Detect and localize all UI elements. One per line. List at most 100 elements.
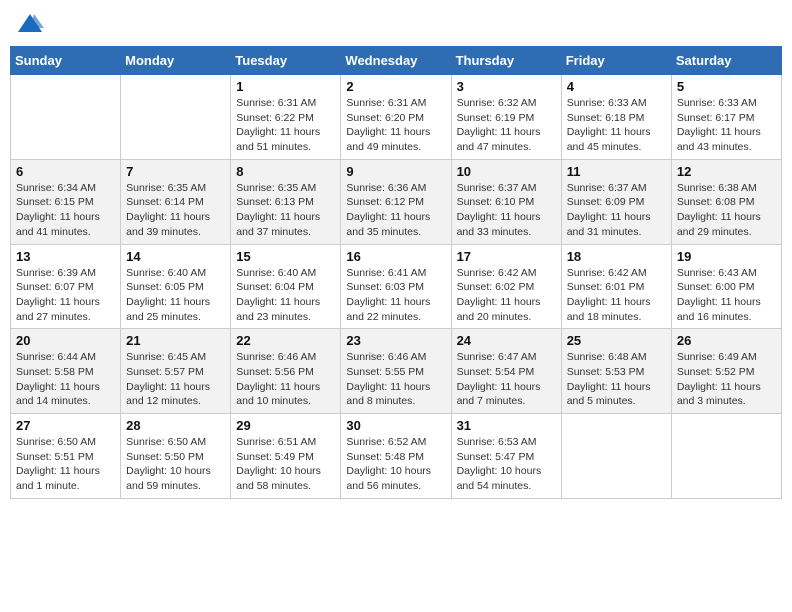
calendar-day-cell: 24 Sunrise: 6:47 AMSunset: 5:54 PMDayligh… bbox=[451, 329, 561, 414]
weekday-header-cell: Saturday bbox=[671, 47, 781, 75]
calendar-day-cell: 10 Sunrise: 6:37 AMSunset: 6:10 PMDayligh… bbox=[451, 159, 561, 244]
calendar-week-row: 20 Sunrise: 6:44 AMSunset: 5:58 PMDayligh… bbox=[11, 329, 782, 414]
calendar-day-cell: 25 Sunrise: 6:48 AMSunset: 5:53 PMDayligh… bbox=[561, 329, 671, 414]
day-info: Sunrise: 6:50 AMSunset: 5:50 PMDaylight:… bbox=[126, 435, 225, 494]
calendar-table: SundayMondayTuesdayWednesdayThursdayFrid… bbox=[10, 46, 782, 499]
calendar-day-cell: 22Sunrise: 6:46 AMSunset: 5:56 PMDayligh… bbox=[231, 329, 341, 414]
calendar-day-cell: 31 Sunrise: 6:53 AMSunset: 5:47 PMDayligh… bbox=[451, 414, 561, 499]
logo-icon bbox=[16, 10, 44, 38]
calendar-day-cell: 28 Sunrise: 6:50 AMSunset: 5:50 PMDayligh… bbox=[121, 414, 231, 499]
day-info: Sunrise: 6:33 AMSunset: 6:18 PMDaylight:… bbox=[567, 96, 666, 155]
calendar-day-cell: 17Sunrise: 6:42 AMSunset: 6:02 PMDayligh… bbox=[451, 244, 561, 329]
calendar-day-cell: 16Sunrise: 6:41 AMSunset: 6:03 PMDayligh… bbox=[341, 244, 451, 329]
day-number: 15 bbox=[236, 249, 335, 264]
day-info: Sunrise: 6:35 AMSunset: 6:13 PMDaylight:… bbox=[236, 181, 335, 240]
calendar-week-row: 1 Sunrise: 6:31 AMSunset: 6:22 PMDaylight… bbox=[11, 75, 782, 160]
weekday-header-cell: Wednesday bbox=[341, 47, 451, 75]
day-info: Sunrise: 6:47 AMSunset: 5:54 PMDaylight:… bbox=[457, 350, 556, 409]
day-info: Sunrise: 6:35 AMSunset: 6:14 PMDaylight:… bbox=[126, 181, 225, 240]
day-number: 28 bbox=[126, 418, 225, 433]
day-number: 22 bbox=[236, 333, 335, 348]
day-number: 3 bbox=[457, 79, 556, 94]
weekday-header-row: SundayMondayTuesdayWednesdayThursdayFrid… bbox=[11, 47, 782, 75]
calendar-day-cell bbox=[121, 75, 231, 160]
calendar-day-cell: 15 Sunrise: 6:40 AMSunset: 6:04 PMDayligh… bbox=[231, 244, 341, 329]
day-number: 20 bbox=[16, 333, 115, 348]
day-info: Sunrise: 6:41 AMSunset: 6:03 PMDaylight:… bbox=[346, 266, 445, 325]
day-info: Sunrise: 6:31 AMSunset: 6:20 PMDaylight:… bbox=[346, 96, 445, 155]
calendar-day-cell: 18 Sunrise: 6:42 AMSunset: 6:01 PMDayligh… bbox=[561, 244, 671, 329]
calendar-day-cell: 7Sunrise: 6:35 AMSunset: 6:14 PMDaylight… bbox=[121, 159, 231, 244]
calendar-week-row: 27 Sunrise: 6:50 AMSunset: 5:51 PMDayligh… bbox=[11, 414, 782, 499]
day-number: 18 bbox=[567, 249, 666, 264]
calendar-day-cell: 11 Sunrise: 6:37 AMSunset: 6:09 PMDayligh… bbox=[561, 159, 671, 244]
day-info: Sunrise: 6:39 AMSunset: 6:07 PMDaylight:… bbox=[16, 266, 115, 325]
day-number: 9 bbox=[346, 164, 445, 179]
day-info: Sunrise: 6:34 AMSunset: 6:15 PMDaylight:… bbox=[16, 181, 115, 240]
calendar-day-cell bbox=[11, 75, 121, 160]
day-number: 25 bbox=[567, 333, 666, 348]
day-info: Sunrise: 6:53 AMSunset: 5:47 PMDaylight:… bbox=[457, 435, 556, 494]
calendar-day-cell: 29 Sunrise: 6:51 AMSunset: 5:49 PMDayligh… bbox=[231, 414, 341, 499]
logo bbox=[14, 10, 44, 38]
day-number: 11 bbox=[567, 164, 666, 179]
calendar-day-cell: 21Sunrise: 6:45 AMSunset: 5:57 PMDayligh… bbox=[121, 329, 231, 414]
day-number: 14 bbox=[126, 249, 225, 264]
calendar-day-cell bbox=[561, 414, 671, 499]
calendar-day-cell: 5Sunrise: 6:33 AMSunset: 6:17 PMDaylight… bbox=[671, 75, 781, 160]
calendar-day-cell: 30 Sunrise: 6:52 AMSunset: 5:48 PMDayligh… bbox=[341, 414, 451, 499]
day-info: Sunrise: 6:44 AMSunset: 5:58 PMDaylight:… bbox=[16, 350, 115, 409]
day-info: Sunrise: 6:48 AMSunset: 5:53 PMDaylight:… bbox=[567, 350, 666, 409]
calendar-day-cell: 26Sunrise: 6:49 AMSunset: 5:52 PMDayligh… bbox=[671, 329, 781, 414]
calendar-day-cell: 3 Sunrise: 6:32 AMSunset: 6:19 PMDaylight… bbox=[451, 75, 561, 160]
day-number: 17 bbox=[457, 249, 556, 264]
day-number: 5 bbox=[677, 79, 776, 94]
weekday-header-cell: Friday bbox=[561, 47, 671, 75]
day-number: 12 bbox=[677, 164, 776, 179]
day-number: 4 bbox=[567, 79, 666, 94]
day-number: 10 bbox=[457, 164, 556, 179]
day-number: 1 bbox=[236, 79, 335, 94]
weekday-header-cell: Sunday bbox=[11, 47, 121, 75]
day-number: 8 bbox=[236, 164, 335, 179]
day-info: Sunrise: 6:31 AMSunset: 6:22 PMDaylight:… bbox=[236, 96, 335, 155]
day-info: Sunrise: 6:50 AMSunset: 5:51 PMDaylight:… bbox=[16, 435, 115, 494]
day-info: Sunrise: 6:37 AMSunset: 6:09 PMDaylight:… bbox=[567, 181, 666, 240]
calendar-day-cell bbox=[671, 414, 781, 499]
day-info: Sunrise: 6:49 AMSunset: 5:52 PMDaylight:… bbox=[677, 350, 776, 409]
calendar-day-cell: 2Sunrise: 6:31 AMSunset: 6:20 PMDaylight… bbox=[341, 75, 451, 160]
calendar-day-cell: 14 Sunrise: 6:40 AMSunset: 6:05 PMDayligh… bbox=[121, 244, 231, 329]
day-number: 24 bbox=[457, 333, 556, 348]
day-info: Sunrise: 6:40 AMSunset: 6:04 PMDaylight:… bbox=[236, 266, 335, 325]
calendar-day-cell: 9 Sunrise: 6:36 AMSunset: 6:12 PMDaylight… bbox=[341, 159, 451, 244]
day-number: 30 bbox=[346, 418, 445, 433]
day-number: 29 bbox=[236, 418, 335, 433]
calendar-day-cell: 8 Sunrise: 6:35 AMSunset: 6:13 PMDaylight… bbox=[231, 159, 341, 244]
day-info: Sunrise: 6:42 AMSunset: 6:01 PMDaylight:… bbox=[567, 266, 666, 325]
calendar-day-cell: 27 Sunrise: 6:50 AMSunset: 5:51 PMDayligh… bbox=[11, 414, 121, 499]
calendar-day-cell: 20 Sunrise: 6:44 AMSunset: 5:58 PMDayligh… bbox=[11, 329, 121, 414]
calendar-day-cell: 19 Sunrise: 6:43 AMSunset: 6:00 PMDayligh… bbox=[671, 244, 781, 329]
calendar-day-cell: 6 Sunrise: 6:34 AMSunset: 6:15 PMDaylight… bbox=[11, 159, 121, 244]
calendar-day-cell: 1 Sunrise: 6:31 AMSunset: 6:22 PMDaylight… bbox=[231, 75, 341, 160]
day-info: Sunrise: 6:43 AMSunset: 6:00 PMDaylight:… bbox=[677, 266, 776, 325]
page-header bbox=[10, 10, 782, 38]
calendar-day-cell: 23Sunrise: 6:46 AMSunset: 5:55 PMDayligh… bbox=[341, 329, 451, 414]
day-number: 13 bbox=[16, 249, 115, 264]
day-info: Sunrise: 6:40 AMSunset: 6:05 PMDaylight:… bbox=[126, 266, 225, 325]
calendar-week-row: 13 Sunrise: 6:39 AMSunset: 6:07 PMDayligh… bbox=[11, 244, 782, 329]
day-info: Sunrise: 6:51 AMSunset: 5:49 PMDaylight:… bbox=[236, 435, 335, 494]
day-info: Sunrise: 6:38 AMSunset: 6:08 PMDaylight:… bbox=[677, 181, 776, 240]
day-info: Sunrise: 6:37 AMSunset: 6:10 PMDaylight:… bbox=[457, 181, 556, 240]
calendar-day-cell: 13 Sunrise: 6:39 AMSunset: 6:07 PMDayligh… bbox=[11, 244, 121, 329]
day-info: Sunrise: 6:36 AMSunset: 6:12 PMDaylight:… bbox=[346, 181, 445, 240]
day-number: 19 bbox=[677, 249, 776, 264]
weekday-header-cell: Monday bbox=[121, 47, 231, 75]
day-number: 6 bbox=[16, 164, 115, 179]
day-number: 27 bbox=[16, 418, 115, 433]
day-number: 31 bbox=[457, 418, 556, 433]
weekday-header-cell: Tuesday bbox=[231, 47, 341, 75]
day-info: Sunrise: 6:52 AMSunset: 5:48 PMDaylight:… bbox=[346, 435, 445, 494]
day-info: Sunrise: 6:32 AMSunset: 6:19 PMDaylight:… bbox=[457, 96, 556, 155]
calendar-body: 1 Sunrise: 6:31 AMSunset: 6:22 PMDaylight… bbox=[11, 75, 782, 499]
